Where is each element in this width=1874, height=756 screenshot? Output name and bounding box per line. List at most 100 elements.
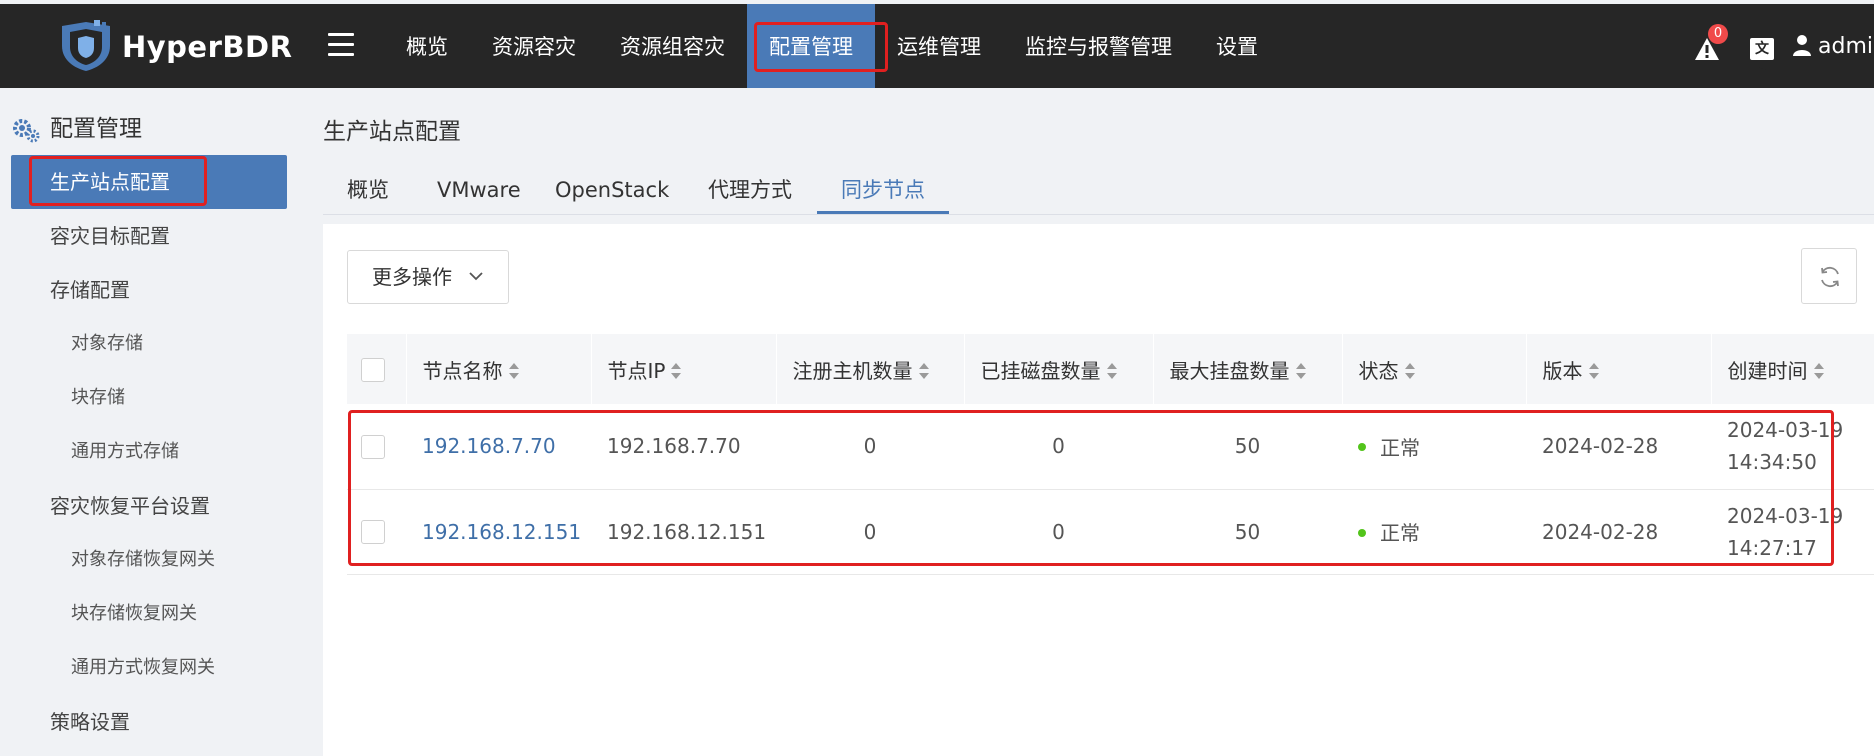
chevron-down-icon	[469, 272, 483, 281]
refresh-icon	[1821, 266, 1839, 288]
nav-settings[interactable]: 设置	[1194, 4, 1280, 88]
more-actions-button[interactable]: 更多操作	[347, 250, 509, 304]
table-row[interactable]: 192.168.12.151 192.168.12.151 0 0 50 正常 …	[347, 489, 1874, 575]
tab-overview[interactable]: 概览	[323, 168, 413, 214]
registered-hosts-count: 0	[776, 489, 964, 575]
sidebar-item-object-gateway[interactable]: 对象存储恢复网关	[11, 533, 287, 587]
sidebar-item-policy[interactable]: 策略设置	[11, 695, 287, 749]
tab-agent-mode[interactable]: 代理方式	[684, 168, 816, 214]
created-date: 2024-03-19	[1727, 418, 1844, 443]
sidebar-item-generic-storage[interactable]: 通用方式存储	[11, 425, 287, 479]
created-time: 14:34:50	[1727, 450, 1817, 475]
main-nav: 概览 资源容灾 资源组容灾 配置管理 运维管理 监控与报警管理 设置	[384, 4, 1280, 88]
status-text: 正常	[1380, 435, 1420, 460]
sidebar: 配置管理 生产站点配置 容灾目标配置 存储配置 对象存储 块存储 通用方式存储 …	[0, 88, 298, 756]
page-title: 生产站点配置	[323, 119, 461, 145]
alert-bell[interactable]: 0	[1694, 24, 1728, 62]
sidebar-item-generic-gateway[interactable]: 通用方式恢复网关	[11, 641, 287, 695]
sort-icon[interactable]	[1588, 363, 1599, 379]
column-header-registered-hosts[interactable]: 注册主机数量	[776, 334, 965, 404]
attached-disks-count: 0	[964, 489, 1153, 575]
select-all-cell	[347, 334, 407, 404]
sort-icon[interactable]	[1106, 363, 1117, 379]
nav-resource-group-dr[interactable]: 资源组容灾	[598, 4, 747, 88]
created-time-cell: 2024-03-19 14:34:50	[1711, 404, 1874, 490]
sidebar-item-object-storage[interactable]: 对象存储	[11, 317, 287, 371]
column-label: 版本	[1542, 358, 1583, 383]
select-all-checkbox[interactable]	[361, 357, 385, 382]
column-label: 最大挂盘数量	[1169, 358, 1290, 383]
node-ip: 192.168.12.151	[591, 489, 776, 575]
table-row[interactable]: 192.168.7.70 192.168.7.70 0 0 50 正常 2024…	[347, 404, 1874, 490]
max-disks-count: 50	[1153, 404, 1342, 490]
sort-icon[interactable]	[918, 363, 929, 379]
status-cell: 正常	[1342, 404, 1526, 490]
tab-openstack[interactable]: OpenStack	[531, 168, 693, 214]
nav-monitoring-alerts[interactable]: 监控与报警管理	[1003, 4, 1194, 88]
sidebar-section-title: 配置管理	[50, 116, 142, 142]
max-disks-count: 50	[1153, 489, 1342, 575]
node-ip: 192.168.7.70	[591, 404, 776, 490]
nav-overview[interactable]: 概览	[384, 4, 470, 88]
alert-count-badge: 0	[1708, 24, 1728, 44]
sort-icon[interactable]	[1295, 363, 1306, 379]
sidebar-item-dr-platform[interactable]: 容灾恢复平台设置	[11, 479, 287, 533]
sort-icon[interactable]	[1404, 363, 1415, 379]
column-label: 已挂磁盘数量	[980, 358, 1101, 383]
more-actions-label: 更多操作	[372, 265, 452, 289]
version: 2024-02-28	[1526, 404, 1711, 490]
column-label: 创建时间	[1727, 358, 1808, 383]
refresh-button[interactable]	[1801, 248, 1857, 304]
menu-toggle-icon[interactable]	[328, 33, 354, 57]
column-header-node-name[interactable]: 节点名称	[406, 334, 592, 404]
created-time: 14:27:17	[1727, 535, 1817, 560]
column-label: 注册主机数量	[792, 358, 913, 383]
gears-icon	[13, 119, 40, 143]
sidebar-item-block-gateway[interactable]: 块存储恢复网关	[11, 587, 287, 641]
created-time-cell: 2024-03-19 14:27:17	[1711, 489, 1874, 575]
table-header-row: 节点名称 节点IP 注册主机数量 已挂磁盘数量 最大挂盘数量 状态 版本 创建时…	[347, 334, 1874, 404]
column-header-created-time[interactable]: 创建时间	[1711, 334, 1874, 404]
status-cell: 正常	[1342, 489, 1526, 575]
sidebar-item-production-site[interactable]: 生产站点配置	[11, 155, 287, 209]
nav-resource-dr[interactable]: 资源容灾	[470, 4, 598, 88]
nav-config-management[interactable]: 配置管理	[747, 4, 875, 88]
app-logo[interactable]: HyperBDR	[58, 20, 292, 72]
node-name-link[interactable]: 192.168.12.151	[406, 489, 591, 575]
status-dot-icon	[1358, 443, 1366, 452]
sort-icon[interactable]	[671, 363, 682, 379]
nav-ops-management[interactable]: 运维管理	[875, 4, 1003, 88]
status-dot-icon	[1358, 528, 1366, 537]
sidebar-item-storage[interactable]: 存储配置	[11, 263, 287, 317]
column-label: 节点名称	[422, 358, 503, 383]
language-switch-icon[interactable]: 文A	[1750, 38, 1774, 79]
row-checkbox[interactable]	[361, 520, 385, 545]
tab-bar: 概览 VMware OpenStack 代理方式 同步节点	[323, 168, 1874, 215]
column-header-version[interactable]: 版本	[1526, 334, 1712, 404]
status-text: 正常	[1380, 521, 1420, 545]
sort-icon[interactable]	[508, 363, 519, 379]
sidebar-item-dr-target[interactable]: 容灾目标配置	[11, 209, 287, 263]
row-select-cell	[347, 489, 406, 575]
column-header-max-disks[interactable]: 最大挂盘数量	[1153, 334, 1343, 404]
app-name: HyperBDR	[122, 30, 293, 64]
column-label: 节点IP	[607, 358, 666, 383]
username: admin	[1818, 34, 1874, 59]
user-icon	[1793, 35, 1811, 56]
registered-hosts-count: 0	[776, 404, 964, 490]
row-select-cell	[347, 404, 406, 490]
sort-icon[interactable]	[1813, 363, 1824, 379]
column-header-attached-disks[interactable]: 已挂磁盘数量	[964, 334, 1154, 404]
row-checkbox[interactable]	[361, 435, 385, 459]
tab-sync-nodes[interactable]: 同步节点	[817, 168, 949, 214]
column-header-node-ip[interactable]: 节点IP	[591, 334, 777, 404]
sidebar-item-block-storage[interactable]: 块存储	[11, 371, 287, 425]
top-navigation-bar: HyperBDR 概览 资源容灾 资源组容灾 配置管理 运维管理 监控与报警管理…	[0, 4, 1874, 88]
attached-disks-count: 0	[964, 404, 1153, 490]
node-name-link[interactable]: 192.168.7.70	[406, 404, 591, 490]
column-label: 状态	[1358, 358, 1399, 383]
column-header-status[interactable]: 状态	[1342, 334, 1527, 404]
content-panel: 更多操作 节点名称 节点IP 注册主机数量 已挂磁盘数量 最大挂盘数量 状态 版…	[323, 224, 1874, 756]
user-menu[interactable]: admin	[1792, 4, 1874, 88]
tab-vmware[interactable]: VMware	[413, 168, 545, 214]
